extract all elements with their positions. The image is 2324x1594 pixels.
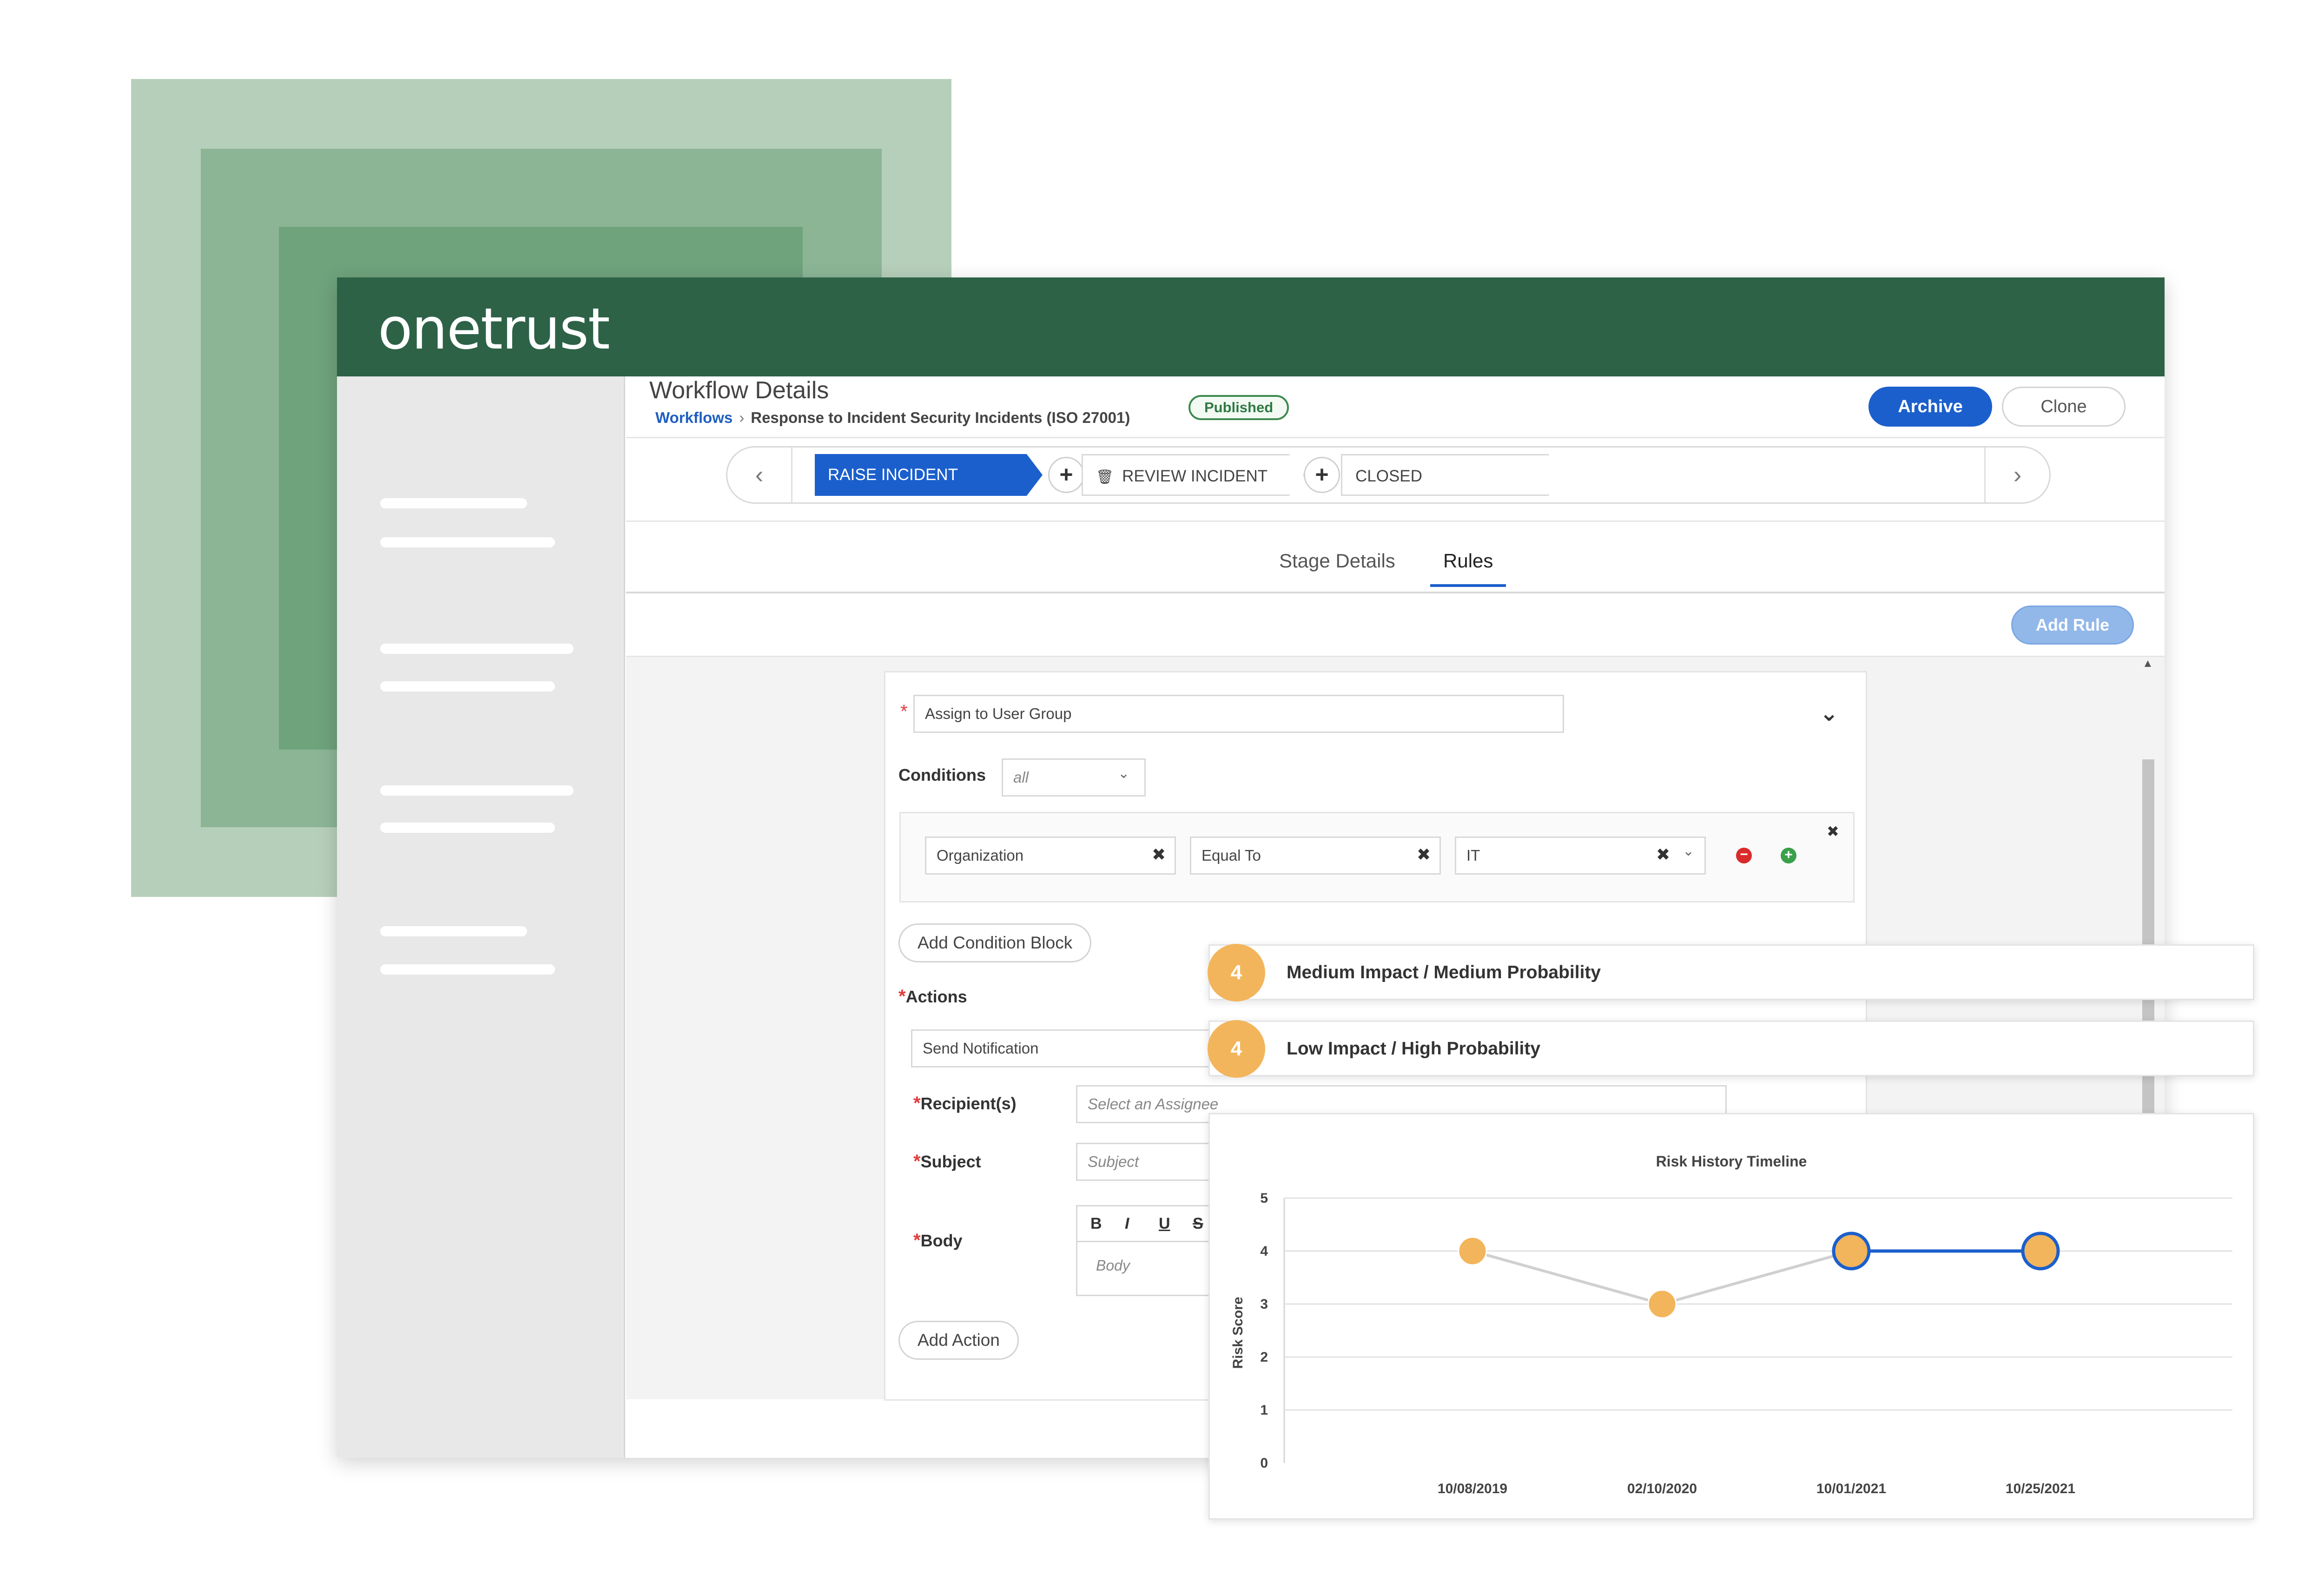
- risk-label: Medium Impact / Medium Probability: [1287, 962, 1601, 982]
- risk-card[interactable]: 4 Low Impact / High Probability: [1208, 1020, 2254, 1078]
- risk-label: Low Impact / High Probability: [1287, 1039, 1541, 1059]
- chevron-down-icon[interactable]: ⌄: [1118, 765, 1129, 782]
- clear-value-x-icon[interactable]: ✖: [1656, 845, 1670, 864]
- add-stage-plus-icon[interactable]: +: [1304, 457, 1340, 493]
- risk-history-chart-card: Risk History Timeline Risk Score 0 1 2 3 4 5 1…: [1208, 1113, 2254, 1520]
- chart-data-point[interactable]: [1832, 1232, 1871, 1271]
- underline-icon[interactable]: U: [1159, 1215, 1170, 1233]
- actions-label: *Actions: [898, 986, 967, 1007]
- strikethrough-icon[interactable]: S: [1193, 1215, 1203, 1233]
- chart-x-tick-label: 10/01/2021: [1816, 1481, 1886, 1496]
- sidebar-item-placeholder[interactable]: [380, 926, 527, 936]
- stage-review-incident[interactable]: 🗑 REVIEW INCIDENT: [1082, 454, 1305, 496]
- breadcrumb: Workflows › Response to Incident Security …: [655, 409, 1130, 427]
- chart-series-segment: [1662, 1250, 1852, 1305]
- stage-label: REVIEW INCIDENT: [1122, 467, 1268, 485]
- condition-block: Organization ✖ Equal To ✖ IT ✖ ⌄ − + ✖: [899, 812, 1855, 902]
- sidebar-item-placeholder[interactable]: [380, 964, 555, 975]
- trash-icon[interactable]: 🗑: [1096, 469, 1114, 485]
- add-rule-button[interactable]: Add Rule: [2011, 606, 2134, 645]
- chart-y-tick-label: 3: [1260, 1297, 1268, 1312]
- risk-history-chart: Risk History Timeline Risk Score 0 1 2 3 4 5 1…: [1230, 1153, 2232, 1496]
- stage-next-chevron-icon[interactable]: ›: [1984, 448, 2049, 502]
- breadcrumb-link-workflows[interactable]: Workflows: [655, 409, 733, 426]
- chart-data-point[interactable]: [1647, 1289, 1677, 1319]
- chart-x-tick-label: 02/10/2020: [1627, 1481, 1697, 1496]
- risk-card[interactable]: 4 Medium Impact / Medium Probability: [1208, 944, 2254, 1001]
- chart-y-axis-label: Risk Score: [1230, 1297, 1246, 1369]
- condition-operator-input[interactable]: Equal To: [1190, 837, 1441, 875]
- tab-stage-details[interactable]: Stage Details: [1279, 550, 1395, 587]
- required-asterisk: *: [913, 1230, 921, 1251]
- sidebar: [337, 376, 625, 1458]
- condition-field-input[interactable]: Organization: [925, 837, 1176, 875]
- chart-title: Risk History Timeline: [1656, 1153, 1807, 1170]
- conditions-label: Conditions: [898, 765, 986, 784]
- sidebar-item-placeholder[interactable]: [380, 681, 555, 692]
- clear-field-x-icon[interactable]: ✖: [1152, 845, 1166, 864]
- sidebar-item-placeholder[interactable]: [380, 537, 555, 547]
- required-asterisk: *: [913, 1151, 921, 1172]
- rule-name-input[interactable]: Assign to User Group: [913, 695, 1564, 733]
- required-asterisk: *: [900, 701, 908, 722]
- chart-y-tick-label: 1: [1260, 1403, 1268, 1418]
- chart-series-segment: [1472, 1250, 1663, 1305]
- body-label: *Body: [913, 1230, 963, 1251]
- required-asterisk: *: [913, 1093, 921, 1113]
- chart-data-point[interactable]: [1458, 1236, 1487, 1266]
- archive-button[interactable]: Archive: [1868, 387, 1992, 427]
- header-divider: [626, 437, 2165, 438]
- clear-operator-x-icon[interactable]: ✖: [1417, 845, 1431, 864]
- subject-label: *Subject: [913, 1151, 981, 1172]
- add-condition-block-button[interactable]: Add Condition Block: [898, 923, 1092, 962]
- clone-button[interactable]: Clone: [2002, 387, 2126, 427]
- tab-rules[interactable]: Rules: [1430, 550, 1506, 587]
- recipients-label: *Recipient(s): [913, 1093, 1017, 1113]
- chart-data-point[interactable]: [2021, 1232, 2060, 1271]
- stage-closed[interactable]: CLOSED: [1341, 454, 1564, 496]
- remove-condition-minus-icon[interactable]: −: [1736, 848, 1752, 863]
- chart-y-tick-label: 0: [1260, 1456, 1268, 1471]
- italic-icon[interactable]: I: [1125, 1215, 1129, 1233]
- add-action-button[interactable]: Add Action: [898, 1321, 1019, 1360]
- body-editor[interactable]: Body: [1076, 1242, 1215, 1296]
- chart-y-tick-label: 4: [1260, 1244, 1268, 1259]
- onetrust-logo: onetrust: [378, 296, 610, 362]
- add-condition-plus-icon[interactable]: +: [1781, 848, 1796, 863]
- chart-y-tick-label: 2: [1260, 1350, 1268, 1365]
- sidebar-item-placeholder[interactable]: [380, 644, 574, 654]
- remove-block-x-icon[interactable]: ✖: [1827, 823, 1839, 840]
- page-title: Workflow Details: [649, 377, 829, 404]
- stage-raise-incident[interactable]: RAISE INCIDENT: [815, 454, 1043, 496]
- breadcrumb-separator-icon: ›: [739, 409, 745, 426]
- add-stage-plus-icon[interactable]: +: [1048, 457, 1084, 493]
- stage-prev-chevron-icon[interactable]: ‹: [727, 448, 792, 502]
- risk-score-badge: 4: [1208, 1020, 1265, 1078]
- chart-x-tick-label: 10/25/2021: [2006, 1481, 2075, 1496]
- app-header: onetrust: [337, 277, 2165, 376]
- tabs-divider: [626, 592, 2165, 593]
- sidebar-item-placeholder[interactable]: [380, 823, 555, 833]
- collapse-chevron-down-icon[interactable]: ⌄: [1820, 700, 1838, 726]
- risk-score-badge: 4: [1208, 944, 1265, 1001]
- chart-y-tick-label: 5: [1260, 1191, 1268, 1206]
- bold-icon[interactable]: B: [1090, 1215, 1102, 1233]
- chart-x-tick-label: 10/08/2019: [1438, 1481, 1507, 1496]
- sidebar-item-placeholder[interactable]: [380, 498, 527, 508]
- scroll-up-arrow-icon[interactable]: ▲: [2142, 657, 2153, 670]
- rich-text-toolbar: B I U S: [1076, 1205, 1215, 1242]
- sidebar-item-placeholder[interactable]: [380, 785, 574, 796]
- status-badge: Published: [1188, 395, 1289, 420]
- required-asterisk: *: [898, 986, 906, 1007]
- chevron-down-icon[interactable]: ⌄: [1683, 843, 1694, 859]
- breadcrumb-current: Response to Incident Security Incidents …: [751, 409, 1130, 426]
- stage-bar: ‹ RAISE INCIDENT + 🗑 REVIEW INCIDENT + CL…: [726, 446, 2051, 504]
